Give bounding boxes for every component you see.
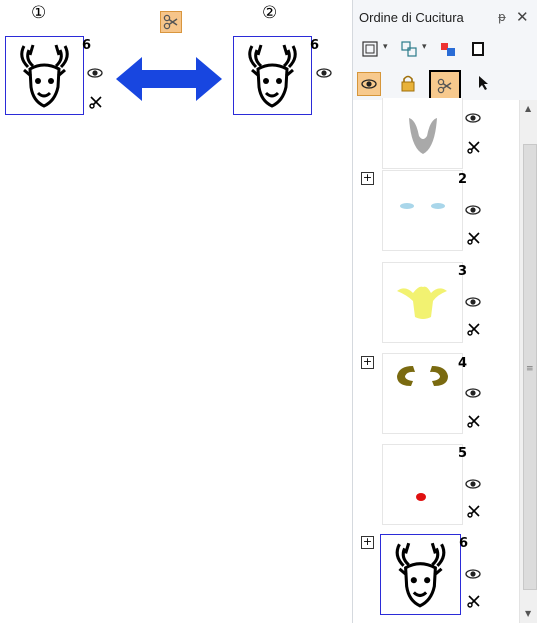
grip-icon: ≡ [526, 364, 534, 374]
label-before: ① [31, 3, 47, 23]
chevron-down-icon[interactable]: ▾ [383, 42, 388, 52]
expand-icon[interactable]: + [361, 172, 374, 185]
eye-icon[interactable] [316, 68, 332, 78]
scissors-icon [437, 78, 452, 94]
eye-icon [361, 79, 377, 89]
vertical-scrollbar[interactable]: ▲ ≡ ▼ [519, 100, 537, 623]
scissors-icon[interactable] [467, 504, 481, 518]
close-icon[interactable]: ✕ [516, 8, 529, 26]
expand-icon[interactable]: + [361, 536, 374, 549]
deer-head-icon [20, 44, 69, 108]
shape-preview [409, 118, 437, 154]
deer-head-icon [395, 542, 446, 608]
list-item[interactable] [382, 98, 463, 169]
list-item[interactable] [382, 170, 463, 251]
eye-icon[interactable] [465, 297, 481, 307]
eye-icon[interactable] [465, 388, 481, 398]
shape-preview [397, 286, 447, 319]
color-sort-button[interactable] [437, 38, 459, 60]
group-button[interactable] [398, 38, 420, 60]
zoom-frame-icon [362, 41, 378, 57]
scroll-down-icon[interactable]: ▼ [525, 609, 531, 618]
lock-button[interactable] [397, 72, 419, 94]
frame-icon [472, 42, 484, 56]
item-number: 2 [458, 172, 468, 187]
eye-icon[interactable] [465, 569, 481, 579]
list-item[interactable] [382, 353, 463, 434]
lock-icon [401, 75, 415, 92]
scroll-up-icon[interactable]: ▲ [525, 104, 531, 113]
panel-title: Ordine di Cucitura [359, 10, 464, 25]
cursor-arrow-icon [479, 76, 488, 90]
scissors-icon[interactable] [467, 414, 481, 428]
scissors-icon[interactable] [467, 322, 481, 336]
eye-icon[interactable] [87, 68, 103, 78]
scissors-icon[interactable] [467, 231, 481, 245]
visibility-toggle-button[interactable] [357, 72, 381, 96]
shape-preview [400, 203, 445, 209]
scissors-icon[interactable] [467, 594, 481, 608]
item-number: 4 [458, 356, 468, 371]
list-item[interactable] [382, 262, 463, 343]
expand-icon[interactable]: + [361, 356, 374, 369]
pin-icon[interactable]: ᵽ [498, 10, 506, 24]
color-count-after: 6 [310, 38, 320, 53]
item-number: 6 [459, 536, 469, 551]
label-after: ② [262, 3, 278, 23]
frame-button[interactable] [467, 38, 489, 60]
eye-icon[interactable] [465, 113, 481, 123]
shape-preview [397, 366, 448, 386]
chevron-down-icon[interactable]: ▾ [422, 42, 427, 52]
eye-icon[interactable] [465, 479, 481, 489]
double-arrow-icon [116, 57, 222, 101]
group-icon [401, 41, 417, 57]
deer-head-icon [248, 44, 297, 108]
eye-icon[interactable] [465, 205, 481, 215]
item-number: 3 [458, 264, 468, 279]
design-preview-after [233, 36, 312, 115]
item-number: 5 [458, 446, 468, 461]
scissors-icon[interactable] [467, 140, 481, 154]
select-button[interactable] [473, 72, 495, 94]
scissors-icon[interactable] [89, 95, 103, 109]
design-preview-before [5, 36, 84, 115]
list-item-selected[interactable] [380, 534, 461, 615]
color-count-before: 6 [82, 38, 92, 53]
color-blocks-icon [441, 43, 455, 56]
shape-preview [416, 493, 426, 501]
zoom-fit-button[interactable] [359, 38, 381, 60]
list-item[interactable] [382, 444, 463, 525]
cut-toggle-icon [160, 11, 182, 33]
